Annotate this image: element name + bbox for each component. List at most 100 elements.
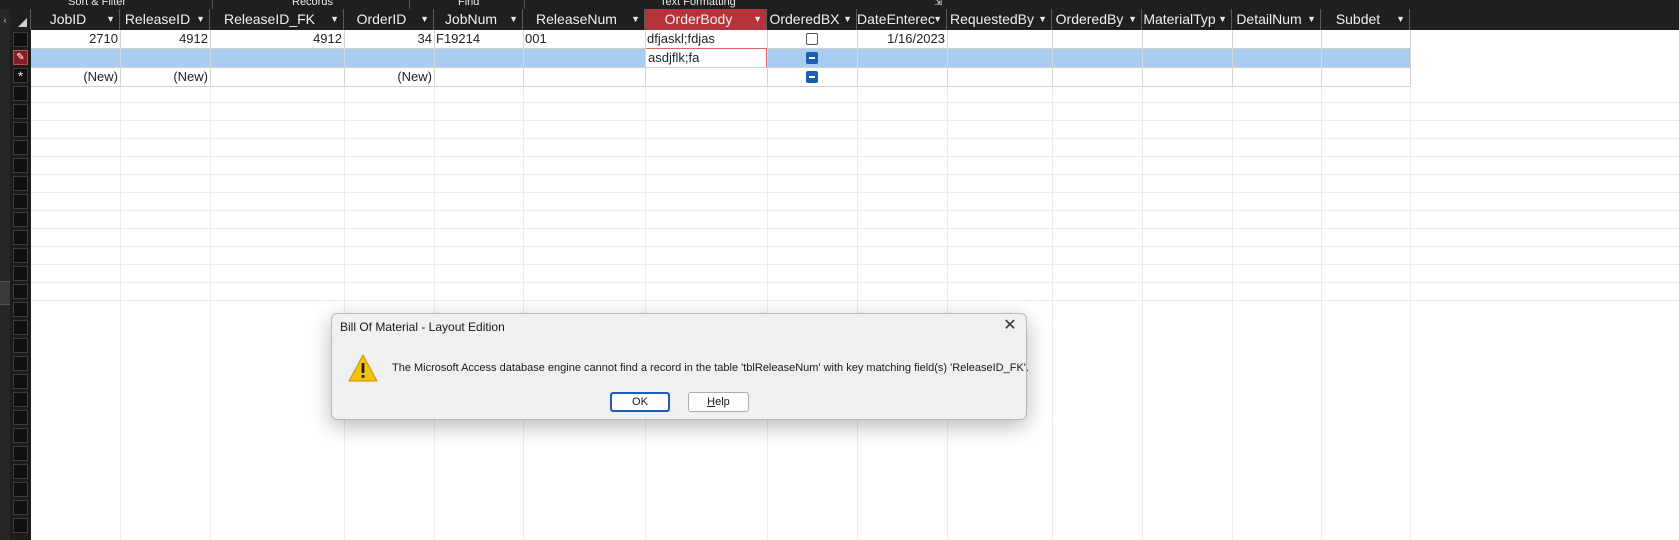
table-row[interactable]: 2710 4912 4912 34 F19214 001 dfjaskl;fdj… bbox=[31, 30, 1410, 48]
empty-selector bbox=[13, 194, 28, 209]
column-divider bbox=[344, 30, 345, 85]
empty-selector bbox=[13, 392, 28, 407]
empty-selector bbox=[13, 374, 28, 389]
dropdown-arrow-icon[interactable]: ▼ bbox=[420, 9, 429, 30]
dropdown-arrow-icon[interactable]: ▼ bbox=[1307, 9, 1316, 30]
empty-selector bbox=[13, 428, 28, 443]
column-header-label: DetailNum bbox=[1236, 11, 1302, 27]
dropdown-arrow-icon[interactable]: ▼ bbox=[843, 9, 852, 30]
column-header-requestedby[interactable]: RequestedBy ▼ bbox=[947, 9, 1052, 30]
dropdown-arrow-icon[interactable]: ▼ bbox=[933, 9, 942, 30]
dialog-launcher-icon[interactable]: ⇲ bbox=[934, 0, 942, 8]
cell-orderbody-input[interactable]: asdjflk;fa bbox=[646, 49, 766, 67]
cell-releasenum[interactable]: 001 bbox=[523, 30, 645, 48]
column-header-materialtype[interactable]: MaterialTyp ▼ bbox=[1142, 9, 1232, 30]
column-header-jobnum[interactable]: JobNum ▼ bbox=[434, 9, 523, 30]
warning-icon bbox=[348, 354, 378, 382]
cell-releaseid-fk[interactable]: 4912 bbox=[210, 30, 344, 48]
record-selector-new-asterisk-icon[interactable]: * bbox=[13, 68, 28, 83]
table-row-new[interactable]: (New) (New) (New) bbox=[31, 68, 1410, 86]
chevron-icon[interactable]: ‹ bbox=[0, 15, 10, 25]
column-divider bbox=[857, 30, 858, 85]
empty-selector bbox=[13, 410, 28, 425]
column-header-detailnum[interactable]: DetailNum ▼ bbox=[1232, 9, 1321, 30]
orderedbx-checkbox-default[interactable] bbox=[806, 71, 818, 83]
gridline bbox=[767, 30, 768, 540]
datasheet-grid: 2710 4912 4912 34 F19214 001 dfjaskl;fdj… bbox=[31, 30, 1679, 540]
help-button[interactable]: Help bbox=[688, 392, 749, 412]
help-label-rest: elp bbox=[715, 396, 730, 408]
gridline bbox=[31, 282, 1679, 283]
dropdown-arrow-icon[interactable]: ▼ bbox=[1038, 9, 1047, 30]
column-header-releaseid-fk[interactable]: ReleaseID_FK ▼ bbox=[210, 9, 344, 30]
cell-jobid[interactable]: (New) bbox=[31, 68, 120, 86]
orderedbx-checkbox-default[interactable] bbox=[806, 52, 818, 64]
cell-releaseid[interactable]: 4912 bbox=[120, 30, 210, 48]
empty-selector bbox=[13, 302, 28, 317]
orderedbx-checkbox[interactable] bbox=[806, 33, 818, 45]
column-divider bbox=[120, 30, 121, 85]
column-divider bbox=[1410, 30, 1411, 85]
column-header-orderid[interactable]: OrderID ▼ bbox=[344, 9, 434, 30]
gridline bbox=[210, 30, 211, 540]
gridline bbox=[31, 228, 1679, 229]
navigation-pane-tab[interactable] bbox=[0, 281, 10, 305]
empty-selector bbox=[13, 140, 28, 155]
gridline bbox=[31, 192, 1679, 193]
dropdown-arrow-icon[interactable]: ▼ bbox=[1218, 9, 1227, 30]
gridline bbox=[434, 30, 435, 540]
gridline bbox=[857, 30, 858, 540]
empty-selector bbox=[13, 230, 28, 245]
empty-selector bbox=[13, 320, 28, 335]
collapse-ribbon-icon[interactable]: ⌃ bbox=[1655, 0, 1665, 9]
column-header-dateentered[interactable]: DateEnterec ▼ bbox=[857, 9, 947, 30]
select-all-button[interactable] bbox=[10, 9, 31, 30]
column-header-orderbody[interactable]: OrderBody ▼ bbox=[645, 9, 767, 30]
record-selector[interactable] bbox=[13, 32, 28, 47]
cell-orderid[interactable]: 34 bbox=[344, 30, 434, 48]
gridline bbox=[344, 30, 345, 540]
dropdown-arrow-icon[interactable]: ▼ bbox=[753, 9, 762, 30]
error-dialog: Bill Of Material - Layout Edition ✕ The … bbox=[331, 313, 1029, 420]
dropdown-arrow-icon[interactable]: ▼ bbox=[196, 9, 205, 30]
ok-button[interactable]: OK bbox=[610, 392, 670, 412]
dialog-title: Bill Of Material - Layout Edition bbox=[340, 320, 505, 334]
help-mnemonic: H bbox=[707, 396, 716, 408]
dropdown-arrow-icon[interactable]: ▼ bbox=[1128, 9, 1137, 30]
empty-selector bbox=[13, 212, 28, 227]
record-selector-editing-pencil-icon[interactable]: ✎ bbox=[13, 50, 28, 65]
dropdown-arrow-icon[interactable]: ▼ bbox=[631, 9, 640, 30]
ribbon-group-find: Find bbox=[458, 0, 480, 8]
dropdown-arrow-icon[interactable]: ▼ bbox=[106, 9, 115, 30]
column-header-subdet[interactable]: Subdet ▼ bbox=[1321, 9, 1410, 30]
gridline bbox=[1232, 30, 1233, 540]
close-icon[interactable]: ✕ bbox=[1002, 318, 1018, 334]
empty-selector bbox=[13, 86, 28, 101]
column-header-orderedbx[interactable]: OrderedBX ▼ bbox=[767, 9, 857, 30]
empty-selector bbox=[13, 266, 28, 281]
column-divider bbox=[1052, 30, 1053, 85]
datasheet: JobID ▼ ReleaseID ▼ ReleaseID_FK ▼ OrderID ▼… bbox=[10, 9, 1679, 540]
gridline bbox=[31, 210, 1679, 211]
empty-selector bbox=[13, 248, 28, 263]
dropdown-arrow-icon[interactable]: ▼ bbox=[1396, 9, 1405, 30]
active-cell-orderbody[interactable]: asdjflk;fa bbox=[645, 48, 767, 68]
empty-selector bbox=[13, 356, 28, 371]
column-header-releaseid[interactable]: ReleaseID ▼ bbox=[120, 9, 210, 30]
cell-orderbody[interactable]: dfjaskl;fdjas bbox=[645, 30, 767, 48]
column-header-releasenum[interactable]: ReleaseNum ▼ bbox=[523, 9, 645, 30]
column-header-jobid[interactable]: JobID ▼ bbox=[31, 9, 120, 30]
dropdown-arrow-icon[interactable]: ▼ bbox=[509, 9, 518, 30]
column-header-orderedby[interactable]: OrderedBy ▼ bbox=[1052, 9, 1142, 30]
column-header-label: ReleaseNum bbox=[536, 11, 617, 27]
dialog-message: The Microsoft Access database engine can… bbox=[392, 362, 1029, 374]
cell-dateentered[interactable]: 1/16/2023 bbox=[857, 30, 947, 48]
cell-jobid[interactable]: 2710 bbox=[31, 30, 120, 48]
column-header-label: OrderedBy bbox=[1055, 11, 1124, 27]
table-row-editing[interactable]: asdjflk;fa bbox=[31, 48, 1410, 68]
cell-orderid[interactable]: (New) bbox=[344, 68, 434, 86]
column-header-label: ReleaseID bbox=[124, 11, 191, 27]
cell-releaseid[interactable]: (New) bbox=[120, 68, 210, 86]
dropdown-arrow-icon[interactable]: ▼ bbox=[330, 9, 339, 30]
cell-jobnum[interactable]: F19214 bbox=[434, 30, 523, 48]
